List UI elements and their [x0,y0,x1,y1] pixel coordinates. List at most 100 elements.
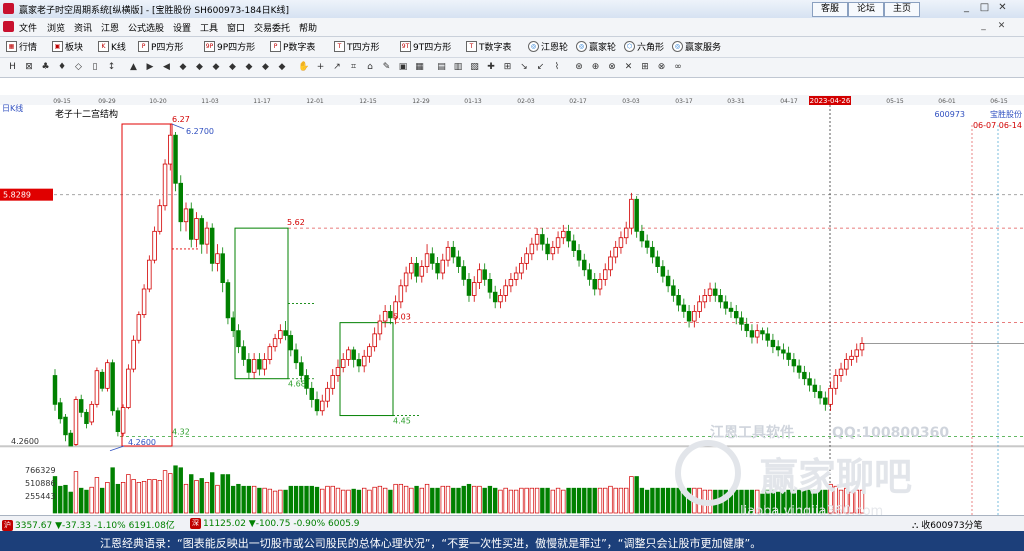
volume-bar [576,487,582,514]
drawing-tool-22-icon[interactable]: ⌂ [364,61,377,74]
drawing-tool-31-icon[interactable]: ↘ [518,61,531,74]
menu-settings[interactable]: 设置 [173,21,191,34]
minimize-icon[interactable]: _ [960,2,973,15]
toolbar-grid-button[interactable]: ▦ 行情 [6,40,37,53]
drawing-tool-17-icon[interactable]: ◆ [276,61,289,74]
tick-data-button[interactable]: ⛬ 收600973分笔 [912,518,983,531]
drawing-tool-30-icon[interactable]: ⊞ [501,61,514,74]
candle-body [278,330,283,340]
homepage-button[interactable]: 主页 [884,2,920,17]
kline-chart[interactable]: 09-15 09-29 10-20 11-03 11-17 12-01 12-15 12-29… [0,95,1024,519]
menu-trading[interactable]: 交易委托 [254,21,290,34]
drawing-tool-26-icon[interactable]: ▤ [435,61,448,74]
restore-icon[interactable]: _ [978,21,989,32]
sh-index[interactable]: 沪 3357.67 ▼-37.33 -1.10% 6191.08亿 [2,518,175,531]
drawing-tool-27-icon[interactable]: ▥ [452,61,465,74]
toolbar-gann-wheel-button[interactable]: ◎ 江恩轮 [528,40,568,53]
drawing-tool-28-icon[interactable]: ▧ [468,61,481,74]
drawing-tool-6-icon[interactable]: ▯ [89,61,102,74]
toolbar-p-number-table-button[interactable]: P P数字表 [270,40,315,53]
drawing-tool-35-icon[interactable]: ⊕ [589,61,602,74]
maximize-icon[interactable]: □ [978,2,991,15]
menu-help[interactable]: 帮助 [299,21,317,34]
drawing-tool-18-icon[interactable]: ✋ [298,61,311,74]
customer-service-button[interactable]: 客服 [812,2,848,17]
chart-panel[interactable]: 09-15 09-29 10-20 11-03 11-17 12-01 12-15 12-29… [0,95,1024,519]
toolbar-p-square-button[interactable]: P P四方形 [138,40,183,53]
candle-body [508,278,514,287]
drawing-tool-15-icon[interactable]: ◆ [243,61,256,74]
drawing-tool-12-icon[interactable]: ◆ [193,61,206,74]
drawing-tool-36-icon[interactable]: ⊗ [606,61,619,74]
drawing-tool-25-icon[interactable]: ▦ [413,61,426,74]
toolbar-t-number-table-button[interactable]: T T数字表 [466,40,512,53]
menu-formula-screening[interactable]: 公式选股 [128,21,164,34]
candle-body [671,285,676,296]
app-menu-icon[interactable] [3,21,14,32]
candle-body [555,237,561,248]
drawing-tool-13-icon[interactable]: ◆ [210,61,223,74]
drawing-tool-33-icon[interactable]: ⌇ [551,61,564,74]
forum-button[interactable]: 论坛 [848,2,884,17]
drawing-tool-10-icon[interactable]: ◀ [160,61,173,74]
candle-body [68,432,73,447]
toolbar-hexagon-button[interactable]: ⬡ 六角形 [624,40,664,53]
menu-window[interactable]: 窗口 [227,21,245,34]
drawing-tool-32-icon[interactable]: ↙ [534,61,547,74]
candle-body [136,314,142,341]
candle-body [257,359,262,370]
candle-body [733,311,739,319]
close-icon[interactable]: ✕ [996,2,1009,15]
menu-tools[interactable]: 工具 [200,21,218,34]
toolbar-winner-wheel-button[interactable]: ◎ 赢家轮 [576,40,616,53]
toolbar-kline-button[interactable]: K K线 [98,40,126,53]
drawing-tool-20-icon[interactable]: ↗ [331,61,344,74]
candle-body [58,402,63,420]
drawing-tool-5-icon[interactable]: ◇ [72,61,85,74]
menu-news[interactable]: 资讯 [74,21,92,34]
drawing-tool-23-icon[interactable]: ✎ [380,61,393,74]
drawing-tool-39-icon[interactable]: ⊗ [655,61,668,74]
toolbar-t-square-button[interactable]: T T四方形 [334,40,380,53]
drawing-tool-40-icon[interactable]: ∞ [672,61,685,74]
toolbar-button-label: 赢家轮 [589,43,617,53]
drawing-tool-38-icon[interactable]: ⊞ [639,61,652,74]
drawing-tool-9-icon[interactable]: ▶ [144,61,157,74]
volume-bar [68,491,73,514]
drawing-tool-2-icon[interactable]: ⊠ [23,61,36,74]
volume-bar [550,489,556,514]
volume-bar [115,483,121,514]
menu-browse[interactable]: 浏览 [47,21,65,34]
drawing-tool-1-icon[interactable]: H [6,61,19,74]
sz-index[interactable]: 深 11125.02 ▼-100.75 -0.90% 6005.9 [190,518,360,529]
drawing-tool-24-icon[interactable]: ▣ [397,61,410,74]
child-close-icon[interactable]: ✕ [996,21,1007,32]
date-axis: 09-15 09-29 10-20 11-03 11-17 12-01 12-15 12-29… [0,95,1024,105]
indicator-name: 老子十二宫结构 [55,108,118,120]
toolbar-nine-t-square-button[interactable]: 9T 9T四方形 [400,40,451,53]
drawing-tool-11-icon[interactable]: ◆ [177,61,190,74]
drawing-tool-16-icon[interactable]: ◆ [259,61,272,74]
drawing-tool-4-icon[interactable]: ♦ [56,61,69,74]
candle-body [147,259,152,290]
menu-gann[interactable]: 江恩 [101,21,119,34]
drawing-tool-37-icon[interactable]: ✕ [622,61,635,74]
volume-bar [508,489,514,514]
menu-file[interactable]: 文件 [19,21,37,34]
candle-body [162,163,168,207]
drawing-tool-21-icon[interactable]: ⌗ [347,61,360,74]
toolbar-blocks-button[interactable]: ▣ 板块 [52,40,83,53]
volume-bar [660,487,666,514]
drawing-tool-34-icon[interactable]: ⊛ [573,61,586,74]
candle-body [697,301,702,312]
drawing-tool-3-icon[interactable]: ♣ [39,61,52,74]
drawing-tool-14-icon[interactable]: ◆ [226,61,239,74]
candle-body [587,269,592,280]
toolbar-winner-service-button[interactable]: ◎ 赢家服务 [672,40,721,53]
drawing-tool-29-icon[interactable]: ✚ [485,61,498,74]
drawing-tool-19-icon[interactable]: + [314,61,327,74]
drawing-tool-7-icon[interactable]: ↕ [105,61,118,74]
drawing-tool-8-icon[interactable]: ▲ [127,61,140,74]
toolbar-nine-p-square-button[interactable]: 9P 9P四方形 [204,40,255,53]
volume-bar [582,487,587,514]
